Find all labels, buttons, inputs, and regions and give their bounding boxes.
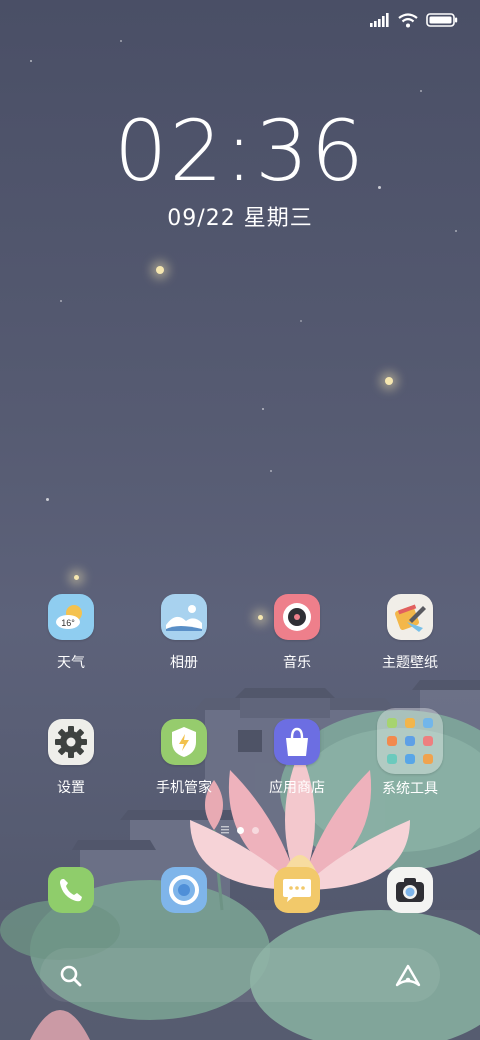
music-icon [274, 594, 320, 640]
menu-lines-icon [221, 826, 229, 834]
app-label: 相册 [170, 655, 198, 671]
app-gallery[interactable]: 相册 [129, 594, 239, 672]
assistant-icon [395, 964, 421, 987]
app-label: 系统工具 [382, 781, 438, 797]
app-label: 手机管家 [156, 780, 212, 796]
search-button[interactable] [58, 963, 84, 989]
themes-icon [387, 594, 433, 640]
app-settings[interactable]: 设置 [16, 719, 126, 797]
star [60, 300, 62, 302]
app-label: 天气 [57, 655, 85, 671]
dock-phone[interactable] [48, 867, 94, 913]
firefly [74, 575, 79, 580]
app-label: 应用商店 [269, 780, 325, 796]
star [120, 40, 122, 42]
signal-icon [370, 13, 389, 27]
app-label: 主题壁纸 [382, 655, 438, 671]
dock-browser[interactable] [161, 867, 207, 913]
star [30, 60, 32, 62]
app-themes[interactable]: 主题壁纸 [355, 594, 465, 672]
app-store[interactable]: 应用商店 [242, 719, 352, 797]
dock-camera[interactable] [387, 867, 433, 913]
app-label: 设置 [57, 780, 85, 796]
browser-icon [169, 875, 199, 905]
security-shield-icon [161, 719, 207, 765]
star [420, 90, 422, 92]
star [262, 408, 264, 410]
star [270, 470, 272, 472]
app-label: 音乐 [283, 655, 311, 671]
page-indicator[interactable] [0, 826, 480, 834]
battery-icon [426, 13, 458, 27]
app-folder-system-tools[interactable]: 系统工具 [355, 708, 465, 798]
messages-icon [283, 879, 311, 902]
wifi-icon [398, 12, 418, 27]
search-bar[interactable] [40, 948, 440, 1002]
app-weather[interactable]: 16° 天气 [16, 594, 126, 672]
page-dot-active[interactable] [237, 826, 244, 834]
page-dot[interactable] [252, 826, 259, 834]
star [46, 498, 49, 501]
dock-messages[interactable] [274, 867, 320, 913]
app-store-bag-icon [274, 719, 320, 765]
gallery-icon [161, 594, 207, 640]
settings-gear-icon [48, 719, 94, 765]
firefly [156, 266, 164, 274]
camera-icon [396, 878, 424, 902]
firefly [385, 377, 393, 385]
assistant-button[interactable] [394, 963, 422, 989]
lockscreen-clock: 02:36 [113, 102, 367, 200]
weather-icon: 16° [48, 594, 94, 640]
app-music[interactable]: 音乐 [242, 594, 352, 672]
search-icon [60, 965, 82, 987]
weather-temp: 16° [61, 618, 75, 628]
app-security[interactable]: 手机管家 [129, 719, 239, 797]
star [300, 320, 302, 322]
folder-icon [377, 708, 443, 774]
phone-icon [60, 879, 82, 902]
lockscreen-date: 09/22 星期三 [167, 206, 313, 231]
status-bar [370, 8, 458, 32]
